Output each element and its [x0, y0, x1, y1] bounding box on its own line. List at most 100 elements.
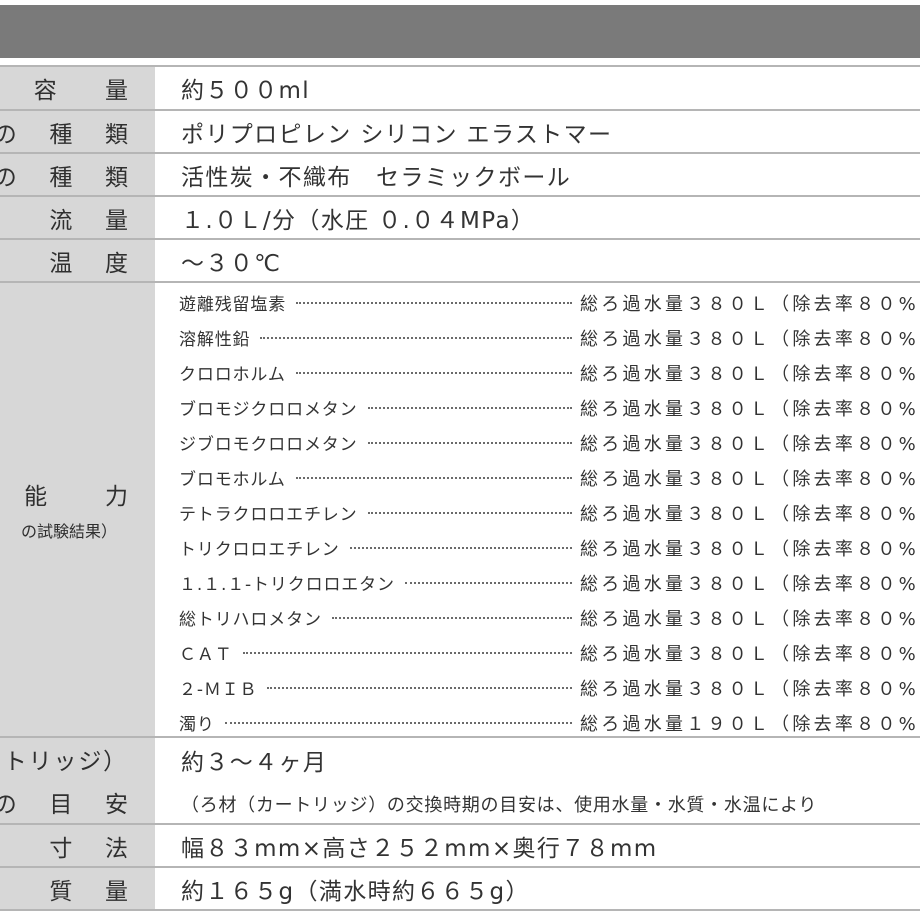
capability-sublabel: の試験結果）	[20, 522, 117, 541]
capability-item-result: 総ろ過水量３８０Ｌ（除去率８０%	[580, 293, 919, 315]
spec-label-cell: の 種 類	[0, 111, 155, 152]
capability-item: ジブロモクロロメタン 総ろ過水量３８０Ｌ（除去率８０%	[155, 425, 920, 460]
capability-item: 遊離残留塩素 総ろ過水量３８０Ｌ（除去率８０%	[155, 285, 920, 320]
capability-item-result: 総ろ過水量３８０Ｌ（除去率８０%	[580, 608, 919, 630]
spec-label-cell: 質 量	[0, 868, 155, 909]
spec-value: 約１６５g（満水時約６６５g）	[181, 878, 530, 905]
capability-item-name-cell: 濁り	[155, 710, 580, 735]
spec-row-weight: 質 量 約１６５g（満水時約６６５g）	[0, 868, 920, 911]
spec-label-cell: 温 度	[0, 240, 155, 281]
capability-item-name: トリクロロエチレン	[179, 540, 340, 560]
capability-item-result: 総ろ過水量３８０Ｌ（除去率８０%	[580, 398, 919, 420]
capability-item: ブロモジクロロメタン 総ろ過水量３８０Ｌ（除去率８０%	[155, 390, 920, 425]
spec-label: 容 量	[33, 78, 141, 104]
dotted-leader	[331, 616, 572, 619]
capability-item: トリクロロエチレン 総ろ過水量３８０Ｌ（除去率８０%	[155, 530, 920, 565]
capability-item-result: 総ろ過水量１９０Ｌ（除去率８０%	[580, 713, 919, 735]
spec-row-material: の 種 類 ポリプロピレン シリコン エラストマー	[0, 111, 920, 154]
capability-item: ブロモホルム 総ろ過水量３８０Ｌ（除去率８０%	[155, 460, 920, 495]
dotted-leader	[242, 651, 572, 654]
cartridge-label-line1: トリッジ）	[3, 749, 128, 775]
spec-value: ～３０℃	[181, 250, 282, 277]
spec-label: 温 度	[49, 250, 141, 277]
cartridge-period: 約３～４ヶ月	[181, 750, 328, 776]
capability-item-name-cell: テトラクロロエチレン	[155, 500, 580, 525]
capability-item-name-cell: 溶解性鉛	[155, 325, 580, 350]
spec-label-cell: 容 量	[0, 67, 155, 109]
spec-page: 容 量 約５００ml の 種 類 ポリプロピレン シリコン エラストマー の 種…	[0, 0, 920, 920]
spec-value: 約５００ml	[181, 78, 311, 104]
spec-row-dimensions: 寸 法 幅８３mm×高さ２５２mm×奥行７８mm	[0, 825, 920, 868]
capability-item-name-cell: １.１.１-トリクロロエタン	[155, 570, 580, 595]
spec-row-capacity: 容 量 約５００ml	[0, 67, 920, 111]
capability-item-name: １.１.１-トリクロロエタン	[179, 575, 395, 595]
capability-item-name: テトラクロロエチレン	[179, 505, 358, 525]
capability-item-result: 総ろ過水量３８０Ｌ（除去率８０%	[580, 363, 919, 385]
capability-item: ２-ＭＩＢ 総ろ過水量３８０Ｌ（除去率８０%	[155, 670, 920, 705]
cartridge-label-line2: 期 の 目 安	[0, 792, 141, 818]
spec-row-filtration-capability: 能 力 の試験結果） 遊離残留塩素 総ろ過水量３８０Ｌ（除去率８０% 溶解性鉛 総ろ過…	[0, 283, 920, 738]
capability-item: テトラクロロエチレン 総ろ過水量３８０Ｌ（除去率８０%	[155, 495, 920, 530]
capability-item-result: 総ろ過水量３８０Ｌ（除去率８０%	[580, 678, 919, 700]
capability-item: クロロホルム 総ろ過水量３８０Ｌ（除去率８０%	[155, 355, 920, 390]
spec-label: 寸 法	[49, 835, 141, 862]
dotted-leader	[296, 301, 572, 304]
capability-item-name: ＣＡＴ	[179, 645, 233, 665]
spec-label: 流 量	[49, 207, 141, 234]
capability-item-result: 総ろ過水量３８０Ｌ（除去率８０%	[580, 573, 919, 595]
capability-label: 能 力	[24, 484, 154, 510]
capability-item-name-cell: クロロホルム	[155, 360, 580, 385]
dotted-leader	[367, 406, 572, 409]
capability-item-name: 総トリハロメタン	[179, 610, 322, 630]
spec-value: ポリプロピレン シリコン エラストマー	[181, 121, 613, 148]
capability-item: １.１.１-トリクロロエタン 総ろ過水量３８０Ｌ（除去率８０%	[155, 565, 920, 600]
capability-item: 総トリハロメタン 総ろ過水量３８０Ｌ（除去率８０%	[155, 600, 920, 635]
capability-item-name: 遊離残留塩素	[179, 295, 287, 315]
capability-item-name: ２-ＭＩＢ	[179, 680, 258, 700]
capability-item-name: 濁り	[179, 715, 215, 735]
capability-item-result: 総ろ過水量３８０Ｌ（除去率８０%	[580, 643, 919, 665]
spec-label: 質 量	[49, 878, 141, 905]
spec-row-temperature: 温 度 ～３０℃	[0, 240, 920, 283]
capability-item: 濁り 総ろ過水量１９０Ｌ（除去率８０%	[155, 705, 920, 736]
dotted-leader	[349, 546, 572, 549]
spec-label-cell: トリッジ） 期 の 目 安	[0, 738, 155, 823]
spec-label-cell: の 種 類	[0, 154, 155, 195]
capability-list: 遊離残留塩素 総ろ過水量３８０Ｌ（除去率８０% 溶解性鉛 総ろ過水量３８０Ｌ（除去率８…	[155, 283, 920, 736]
header-band	[0, 5, 920, 58]
dotted-leader	[224, 721, 572, 724]
capability-item-name-cell: ブロモジクロロメタン	[155, 395, 580, 420]
capability-item-result: 総ろ過水量３８０Ｌ（除去率８０%	[580, 433, 919, 455]
spec-row-flow-rate: 流 量 １.０Ｌ/分（水圧 ０.０４MPa）	[0, 197, 920, 240]
capability-item-result: 総ろ過水量３８０Ｌ（除去率８０%	[580, 328, 919, 350]
capability-item-name: ジブロモクロロメタン	[179, 435, 358, 455]
capability-item: 溶解性鉛 総ろ過水量３８０Ｌ（除去率８０%	[155, 320, 920, 355]
dotted-leader	[295, 371, 572, 374]
spec-label: の 種 類	[0, 164, 141, 191]
dotted-leader	[295, 476, 572, 479]
capability-item-name-cell: ２-ＭＩＢ	[155, 675, 580, 700]
capability-item-name-cell: ブロモホルム	[155, 465, 580, 490]
dotted-leader	[260, 336, 572, 339]
dotted-leader	[404, 581, 572, 584]
spec-label-cell: 寸 法	[0, 825, 155, 866]
spec-row-cartridge-replacement: トリッジ） 期 の 目 安 約３～４ヶ月 （ろ材（カートリッジ）の交換時期の目安…	[0, 738, 920, 825]
cartridge-values: 約３～４ヶ月 （ろ材（カートリッジ）の交換時期の目安は、使用水量・水質・水温によ…	[155, 738, 920, 823]
capability-item-name-cell: トリクロロエチレン	[155, 535, 580, 560]
capability-item-name: 溶解性鉛	[179, 330, 251, 350]
capability-item-name-cell: 総トリハロメタン	[155, 605, 580, 630]
dotted-leader	[367, 511, 572, 514]
spec-value: 幅８３mm×高さ２５２mm×奥行７８mm	[181, 835, 658, 862]
spec-value: １.０Ｌ/分（水圧 ０.０４MPa）	[181, 207, 536, 234]
capability-item-result: 総ろ過水量３８０Ｌ（除去率８０%	[580, 468, 919, 490]
spec-label: の 種 類	[0, 121, 141, 148]
spec-table: 容 量 約５００ml の 種 類 ポリプロピレン シリコン エラストマー の 種…	[0, 65, 920, 911]
capability-item: ＣＡＴ 総ろ過水量３８０Ｌ（除去率８０%	[155, 635, 920, 670]
cartridge-note: （ろ材（カートリッジ）の交換時期の目安は、使用水量・水質・水温により	[181, 794, 818, 816]
spec-value: 活性炭・不織布 セラミックボール	[181, 164, 572, 191]
spec-row-filter-material: の 種 類 活性炭・不織布 セラミックボール	[0, 154, 920, 197]
capability-item-name: クロロホルム	[179, 365, 286, 385]
capability-item-result: 総ろ過水量３８０Ｌ（除去率８０%	[580, 538, 919, 560]
capability-item-result: 総ろ過水量３８０Ｌ（除去率８０%	[580, 503, 919, 525]
capability-item-name-cell: ＣＡＴ	[155, 640, 580, 665]
